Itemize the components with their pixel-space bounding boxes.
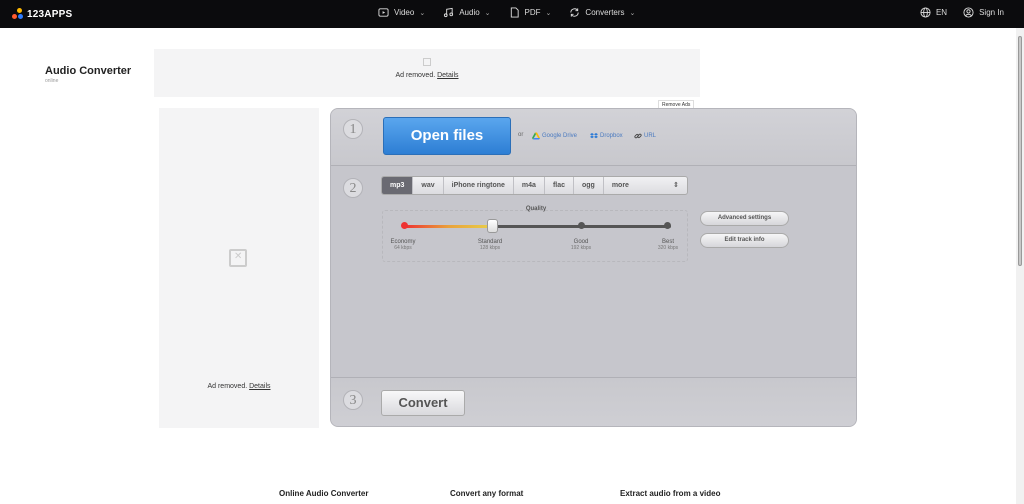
chevron-down-icon: ⌄ (419, 9, 426, 17)
google-drive-icon (532, 132, 540, 140)
main-nav: Video ⌄ Audio ⌄ PDF ⌄ Converters ⌄ (378, 7, 635, 18)
chevron-down-icon: ⌄ (629, 9, 636, 17)
nav-item-audio[interactable]: Audio ⌄ (443, 7, 491, 18)
footer-heading: Extract audio from a video (620, 489, 721, 498)
format-tab-wav[interactable]: wav (413, 177, 444, 194)
convert-button[interactable]: Convert (381, 390, 465, 416)
quality-stop-good[interactable] (578, 222, 585, 229)
top-navbar: 123APPS Video ⌄ Audio ⌄ PDF ⌄ Converters… (0, 0, 1024, 28)
ad-image-icon (423, 58, 431, 66)
chevron-down-icon: ⌄ (484, 9, 491, 17)
dropbox-link[interactable]: Dropbox (590, 132, 623, 140)
format-tab-iphone-ringtone[interactable]: iPhone ringtone (444, 177, 514, 194)
step-3-section: 3 Convert (331, 377, 856, 426)
source-label: URL (644, 133, 657, 139)
quality-stop-economy[interactable] (401, 222, 408, 229)
format-tabs: mp3 wav iPhone ringtone m4a flac ogg mor… (381, 176, 688, 195)
nav-item-label: Video (394, 8, 415, 17)
footer-heading: Convert any format (450, 489, 524, 498)
quality-mark-standard: Standard 128 kbps (465, 239, 515, 251)
ad-removed-label: Ad removed. (395, 72, 436, 79)
quality-mark-economy: Economy 64 kbps (378, 239, 428, 251)
video-icon (378, 8, 389, 17)
open-files-button[interactable]: Open files (383, 117, 511, 155)
user-icon (963, 7, 974, 18)
ad-removed-label: Ad removed. (207, 383, 248, 390)
nav-item-pdf[interactable]: PDF ⌄ (509, 7, 552, 18)
nav-item-label: PDF (524, 8, 541, 17)
source-label: Dropbox (600, 133, 623, 139)
select-arrows-icon: ⇕ (673, 182, 679, 189)
format-tab-m4a[interactable]: m4a (514, 177, 545, 194)
scrollbar-thumb[interactable] (1018, 36, 1022, 266)
page-subtitle: online (45, 78, 59, 84)
globe-icon (920, 7, 931, 18)
format-tab-mp3[interactable]: mp3 (382, 177, 414, 194)
quality-mark-bitrate: 320 kbps (657, 245, 679, 251)
quality-slider-track[interactable] (405, 225, 671, 228)
pdf-icon (510, 7, 519, 18)
quality-mark-bitrate: 192 kbps (570, 245, 592, 251)
format-tab-ogg[interactable]: ogg (574, 177, 604, 194)
quality-mark-good: Good 192 kbps (556, 239, 606, 251)
ad-details-link[interactable]: Details (437, 72, 458, 79)
converter-panel: 1 Open files or Google Drive Dropbox URL… (330, 108, 857, 427)
quality-mark-best: Best 320 kbps (643, 239, 693, 251)
edit-track-info-button[interactable]: Edit track info (700, 233, 789, 248)
ad-details-link[interactable]: Details (249, 383, 270, 390)
advanced-settings-button[interactable]: Advanced settings (700, 211, 789, 226)
language-label: EN (935, 8, 948, 17)
more-label: more (611, 182, 629, 189)
quality-slider-box: Quality Economy 64 kbps Standard 128 kbp… (382, 206, 688, 262)
converters-icon (570, 8, 580, 17)
google-drive-link[interactable]: Google Drive (532, 132, 577, 140)
link-icon (634, 133, 642, 139)
sign-in-label: Sign In (979, 8, 1004, 17)
sign-in-link[interactable]: Sign In (963, 7, 1004, 18)
ad-image-icon (229, 249, 247, 267)
side-ad-placeholder: Ad removed. Details (159, 108, 319, 428)
dropbox-icon (590, 133, 598, 139)
step-number: 2 (343, 178, 363, 198)
quality-mark-bitrate: 64 kbps (394, 245, 412, 251)
logo-icon (12, 8, 24, 20)
nav-item-converters[interactable]: Converters ⌄ (569, 7, 635, 18)
format-tab-flac[interactable]: flac (545, 177, 574, 194)
quality-mark-bitrate: 128 kbps (479, 245, 501, 251)
format-more-select[interactable]: more ⇕ (604, 177, 687, 194)
ad-removed-text: Ad removed. Details (154, 72, 700, 79)
step-number: 1 (343, 119, 363, 139)
nav-item-video[interactable]: Video ⌄ (378, 7, 425, 18)
quality-stop-best[interactable] (664, 222, 671, 229)
page-scrollbar[interactable] (1016, 28, 1024, 504)
page-title: Audio Converter (45, 65, 132, 77)
logo-text: 123APPS (27, 8, 73, 20)
or-label: or (518, 132, 524, 138)
url-link[interactable]: URL (634, 132, 656, 140)
music-icon (444, 7, 454, 18)
step-number: 3 (343, 390, 363, 410)
quality-label: Quality (525, 206, 547, 212)
source-label: Google Drive (542, 133, 578, 139)
logo[interactable]: 123APPS (12, 8, 72, 20)
chevron-down-icon: ⌄ (545, 9, 552, 17)
nav-item-label: Audio (459, 8, 480, 17)
nav-item-label: Converters (585, 8, 625, 17)
top-ad-placeholder: Ad removed. Details (154, 49, 700, 97)
language-selector[interactable]: EN (920, 7, 947, 18)
ad-removed-text: Ad removed. Details (159, 383, 319, 390)
quality-slider-fill (405, 225, 493, 228)
user-nav: EN Sign In (920, 7, 1004, 18)
quality-slider-handle[interactable] (486, 219, 498, 233)
step-1-section: 1 Open files or Google Drive Dropbox URL (331, 109, 856, 166)
footer-heading: Online Audio Converter (279, 489, 369, 498)
